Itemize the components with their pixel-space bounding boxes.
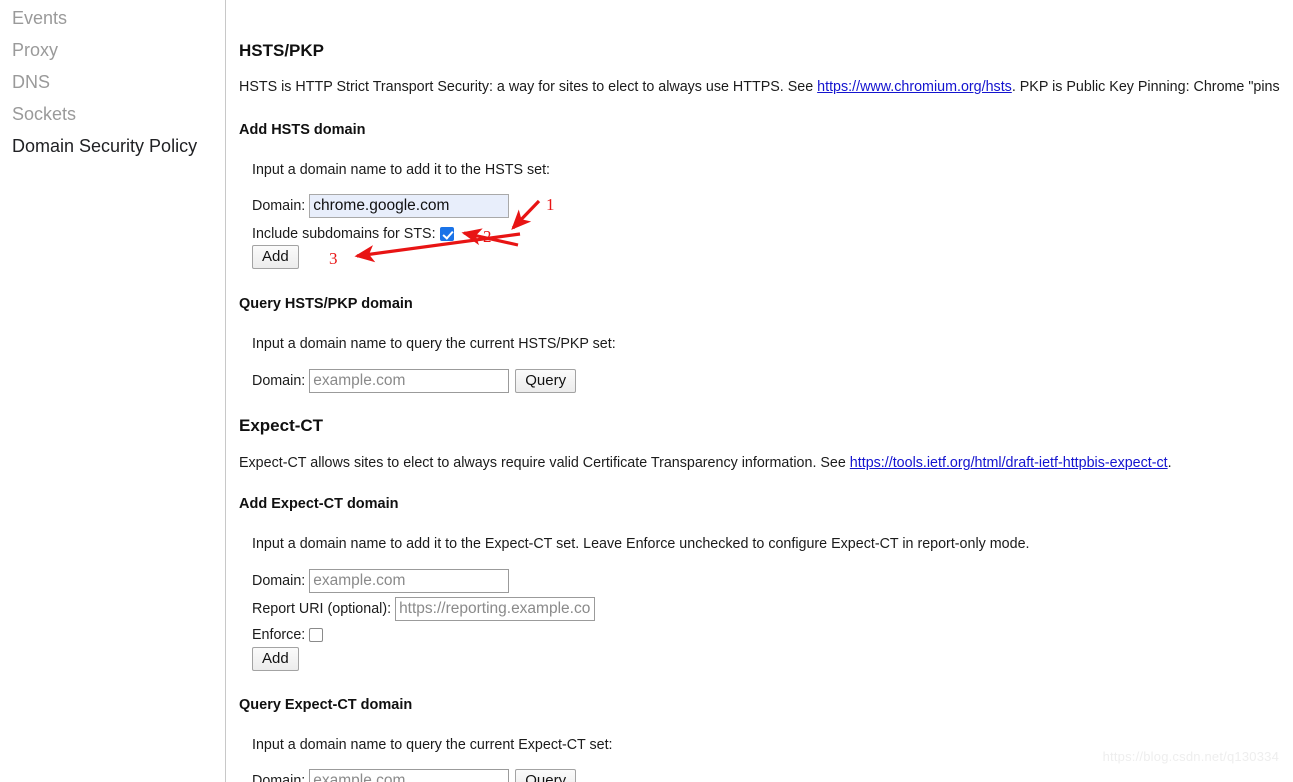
include-subdomains-label: Include subdomains for STS:: [252, 226, 436, 242]
sidebar-item-label: Sockets: [12, 104, 77, 124]
expect-ct-draft-link[interactable]: https://tools.ietf.org/html/draft-ietf-h…: [850, 455, 1168, 471]
domain-security-policy-page: Events Proxy DNS Sockets Domain Security…: [0, 0, 1293, 782]
query-expect-ct-domain-row: Domain: Query: [252, 769, 577, 782]
query-expect-ct-domain-input[interactable]: [309, 769, 510, 782]
add-expect-ct-domain-input[interactable]: [309, 569, 510, 593]
add-hsts-domain-label: Domain:: [252, 198, 306, 214]
add-expect-ct-domain-title: Add Expect-CT domain: [239, 496, 399, 512]
include-subdomains-row: Include subdomains for STS:: [252, 226, 454, 242]
watermark: https://blog.csdn.net/q130334: [1102, 749, 1279, 764]
sidebar-item-events[interactable]: Events: [0, 2, 225, 34]
expect-ct-description: Expect-CT allows sites to elect to alway…: [239, 455, 1172, 471]
add-expect-ct-domain-row: Domain:: [252, 569, 510, 593]
report-uri-input[interactable]: [395, 597, 596, 621]
query-hsts-domain-title: Query HSTS/PKP domain: [239, 296, 413, 312]
query-expect-ct-domain-label: Domain:: [252, 773, 306, 782]
query-hsts-button[interactable]: Query: [515, 369, 577, 393]
hsts-description-text-1: HSTS is HTTP Strict Transport Security: …: [239, 79, 818, 95]
add-hsts-instruction: Input a domain name to add it to the HST…: [252, 162, 551, 178]
chromium-hsts-link[interactable]: https://www.chromium.org/hsts: [817, 79, 1012, 95]
sidebar-item-sockets[interactable]: Sockets: [0, 98, 225, 130]
query-hsts-domain-input[interactable]: [309, 369, 510, 393]
add-expect-ct-button[interactable]: Add: [252, 647, 299, 671]
report-uri-label: Report URI (optional):: [252, 601, 392, 617]
add-hsts-domain-title: Add HSTS domain: [239, 122, 366, 138]
query-hsts-instruction: Input a domain name to query the current…: [252, 336, 616, 352]
sidebar-item-label: DNS: [12, 72, 51, 92]
enforce-row: Enforce:: [252, 627, 324, 643]
main-content: HSTS/PKP HSTS is HTTP Strict Transport S…: [226, 0, 1293, 782]
enforce-checkbox[interactable]: [309, 628, 324, 642]
hsts-description: HSTS is HTTP Strict Transport Security: …: [239, 79, 1280, 95]
hsts-description-text-2: . PKP is Public Key Pinning: Chrome "pin…: [1011, 79, 1280, 95]
query-expect-ct-domain-title: Query Expect-CT domain: [239, 697, 413, 713]
add-hsts-button-row: Add: [252, 245, 299, 269]
query-hsts-domain-label: Domain:: [252, 373, 306, 389]
add-expect-ct-instruction: Input a domain name to add it to the Exp…: [252, 536, 1030, 552]
add-hsts-button[interactable]: Add: [252, 245, 299, 269]
query-expect-ct-button[interactable]: Query: [515, 769, 577, 782]
sidebar-item-label: Proxy: [12, 40, 59, 60]
add-expect-ct-button-row: Add: [252, 647, 299, 671]
sidebar-item-proxy[interactable]: Proxy: [0, 34, 225, 66]
sidebar-item-dns[interactable]: DNS: [0, 66, 225, 98]
hsts-section-title: HSTS/PKP: [239, 41, 325, 60]
add-hsts-domain-row: Domain:: [252, 194, 510, 218]
expect-ct-section-title: Expect-CT: [239, 416, 324, 435]
add-expect-ct-domain-label: Domain:: [252, 573, 306, 589]
sidebar-nav: Events Proxy DNS Sockets Domain Security…: [0, 0, 226, 782]
sidebar-item-label: Domain Security Policy: [12, 136, 198, 156]
include-subdomains-checkbox[interactable]: [439, 227, 454, 241]
query-expect-ct-instruction: Input a domain name to query the current…: [252, 737, 613, 753]
sidebar-item-label: Events: [12, 8, 68, 28]
expect-ct-description-text-1: Expect-CT allows sites to elect to alway…: [239, 455, 850, 471]
report-uri-row: Report URI (optional):: [252, 597, 596, 621]
sidebar-item-domain-security-policy[interactable]: Domain Security Policy: [0, 130, 225, 162]
add-hsts-domain-input[interactable]: [309, 194, 510, 218]
query-hsts-domain-row: Domain: Query: [252, 369, 577, 393]
expect-ct-description-text-2: .: [1167, 455, 1172, 471]
enforce-label: Enforce:: [252, 627, 306, 643]
